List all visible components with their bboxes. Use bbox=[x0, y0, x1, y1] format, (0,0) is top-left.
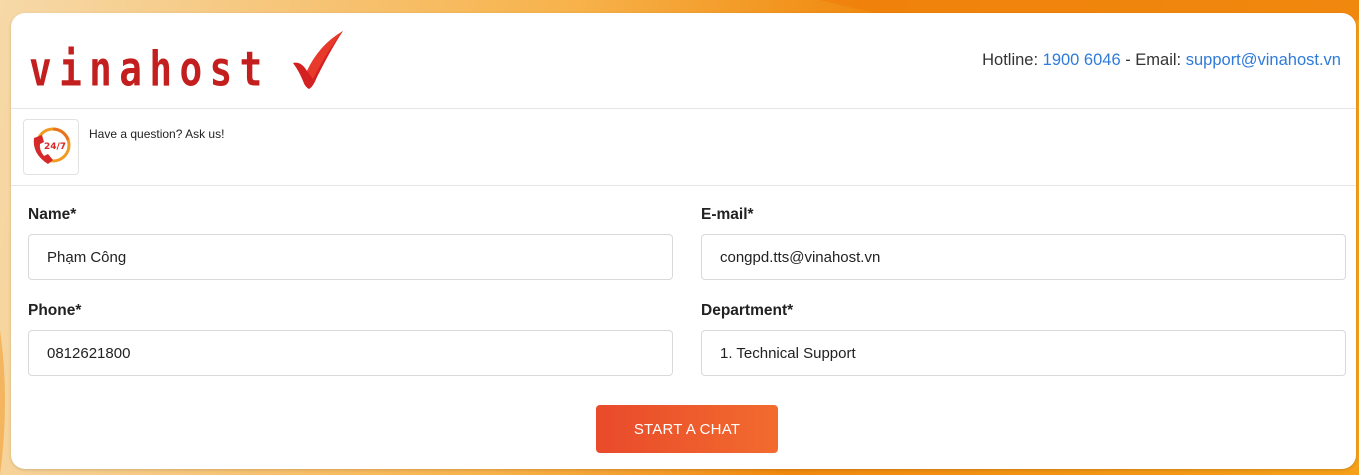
name-input[interactable] bbox=[28, 234, 673, 280]
badge-24-7-text: 24/7 bbox=[44, 142, 66, 152]
email-separator: - Email: bbox=[1120, 51, 1186, 69]
department-select[interactable] bbox=[701, 330, 1346, 376]
chat-form-card: vinahost Hotline: 1900 6046 - Email: sup… bbox=[11, 13, 1356, 469]
phone-input[interactable] bbox=[28, 330, 673, 376]
hotline-label: Hotline: bbox=[982, 51, 1043, 69]
support-24-7-badge: 24/7 bbox=[23, 119, 79, 175]
start-chat-button[interactable]: START A CHAT bbox=[596, 405, 778, 453]
email-input[interactable] bbox=[701, 234, 1346, 280]
question-prompt: Have a question? Ask us! bbox=[89, 127, 225, 141]
hotline-link[interactable]: 1900 6046 bbox=[1043, 51, 1121, 69]
name-label: Name* bbox=[28, 206, 77, 223]
question-row: 24/7 Have a question? Ask us! bbox=[11, 109, 1356, 186]
header: vinahost Hotline: 1900 6046 - Email: sup… bbox=[11, 13, 1356, 109]
checkmark-logo-icon bbox=[293, 31, 343, 89]
department-label: Department* bbox=[701, 302, 794, 319]
phone-24-7-icon: 24/7 bbox=[33, 127, 71, 164]
contact-info: Hotline: 1900 6046 - Email: support@vina… bbox=[982, 51, 1341, 70]
phone-label: Phone* bbox=[28, 302, 82, 319]
email-label: E-mail* bbox=[701, 206, 754, 223]
vinahost-logo[interactable]: vinahost bbox=[29, 27, 343, 98]
logo-text: vinahost bbox=[29, 40, 270, 98]
support-email-link[interactable]: support@vinahost.vn bbox=[1186, 51, 1341, 69]
